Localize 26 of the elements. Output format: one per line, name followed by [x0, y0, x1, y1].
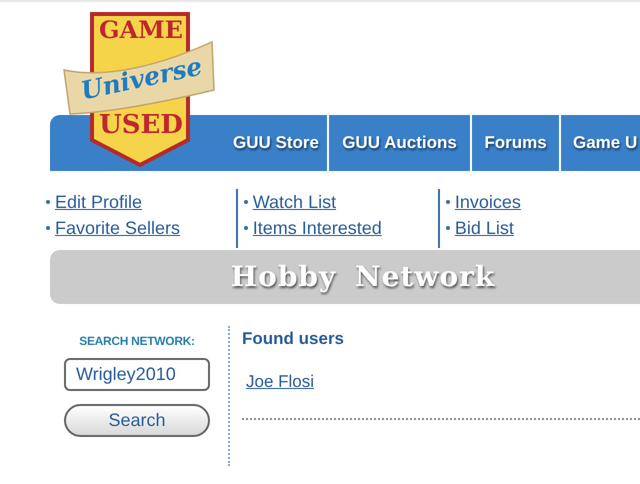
nav-tab[interactable]: Game U [559, 115, 634, 171]
bullet-icon [446, 226, 450, 230]
logo-text: Universe [78, 53, 204, 104]
banner-title: Hobby Network [230, 259, 496, 295]
bullet-icon [244, 226, 248, 230]
bullet-icon [244, 200, 248, 204]
results-heading: Found users [242, 328, 346, 350]
quick-link[interactable]: Items Interested [252, 217, 382, 239]
search-button[interactable]: Search [64, 404, 210, 437]
search-field[interactable]: Wrigley2010 [64, 358, 210, 391]
quick-link[interactable]: Favorite Sellers [55, 217, 180, 239]
nav-tab[interactable]: Forums [470, 115, 559, 171]
nav-tab[interactable]: GUU Auctions [327, 115, 470, 171]
bullet-icon [46, 200, 50, 204]
quick-link[interactable]: Edit Profile [55, 191, 142, 213]
logo-text: GAME [98, 18, 184, 42]
bullet-icon [446, 200, 450, 204]
quick-link[interactable]: Invoices [454, 191, 521, 213]
user-link[interactable]: Joe Flosi [246, 368, 314, 394]
quick-link[interactable]: Bid List [454, 217, 514, 239]
quick-link[interactable]: Watch List [252, 191, 336, 213]
search-label: SEARCH NETWORK: [78, 333, 196, 350]
nav-tab[interactable]: GUU Store [225, 115, 327, 171]
logo-text: USED [98, 112, 184, 138]
bullet-icon [46, 226, 50, 230]
logo[interactable]: GAME Universe USED [62, 12, 216, 167]
